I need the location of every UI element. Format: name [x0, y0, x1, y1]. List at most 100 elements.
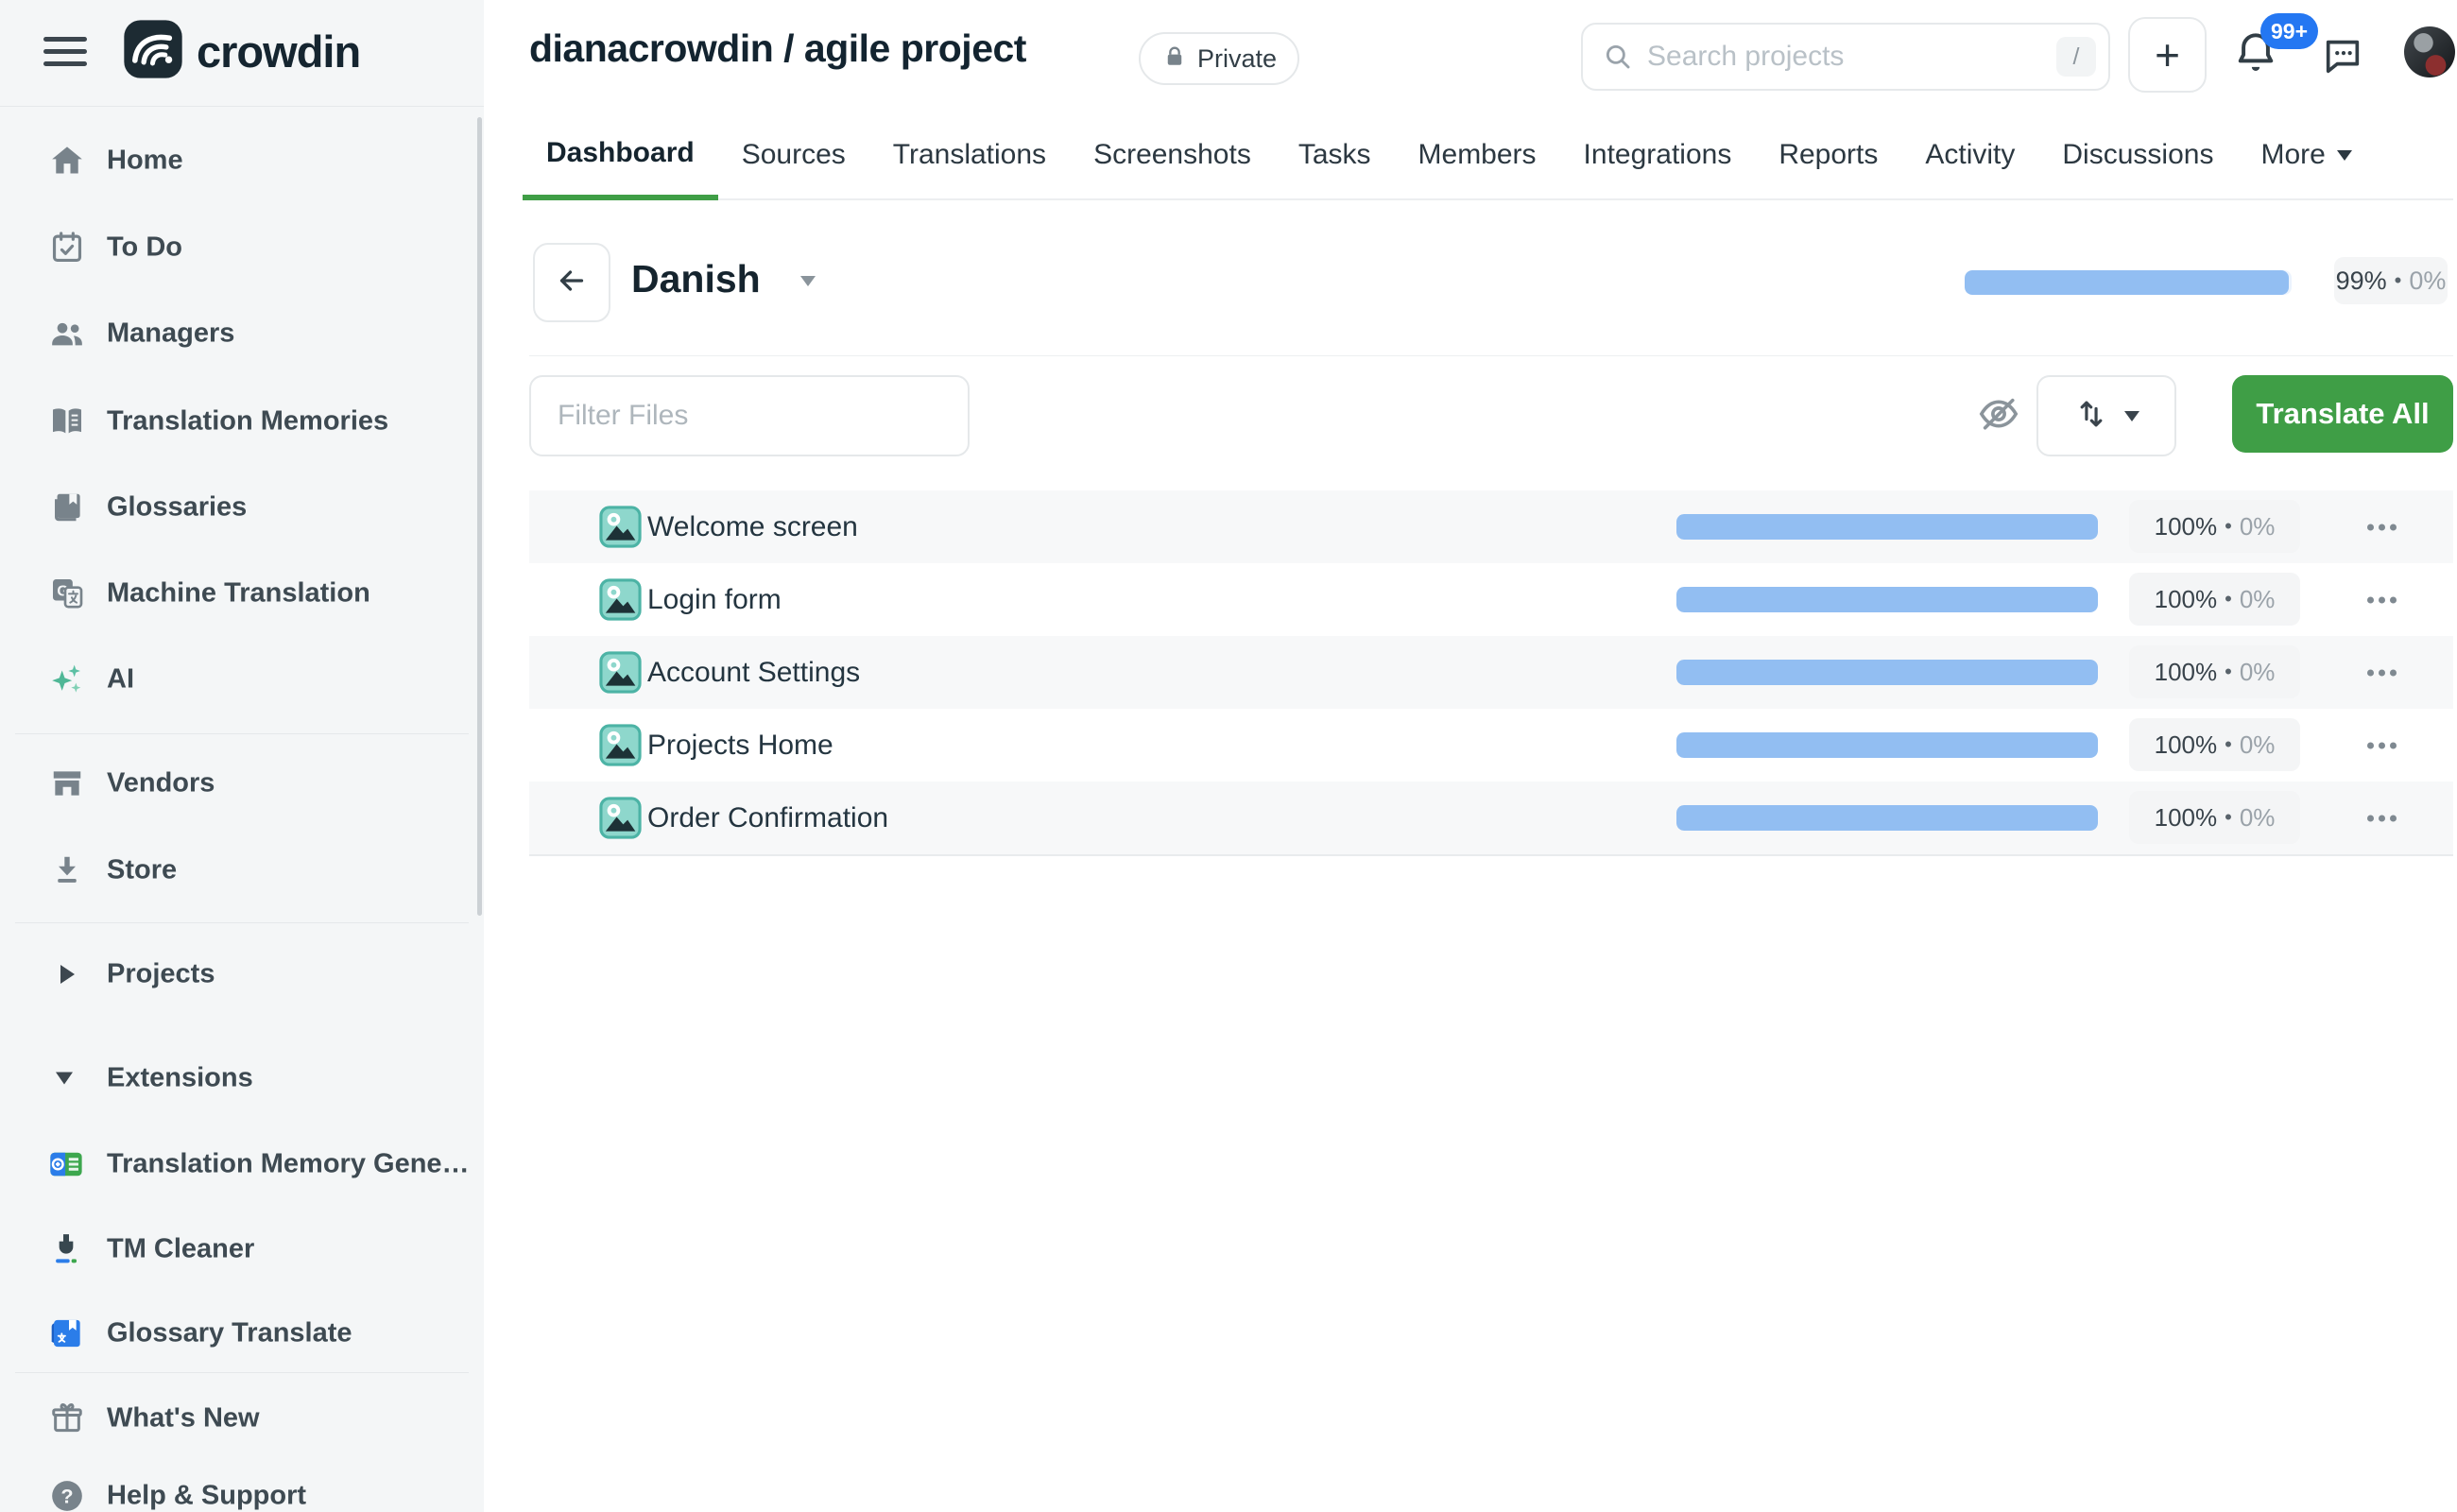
sidebar-item-label: Store	[107, 855, 177, 886]
file-name: Welcome screen	[647, 511, 858, 543]
sidebar-divider	[15, 733, 469, 734]
screenshot-file-icon	[598, 577, 643, 627]
sort-arrows-icon	[2073, 396, 2109, 437]
glossary-translate-icon	[45, 1313, 87, 1354]
messages-icon[interactable]	[2321, 34, 2364, 82]
chevron-down-icon	[56, 1073, 73, 1085]
search-input[interactable]	[1645, 40, 2056, 74]
file-progress-bar	[1676, 587, 2098, 612]
todo-calendar-icon	[47, 228, 87, 267]
tab-members[interactable]: Members	[1395, 112, 1560, 198]
sort-button[interactable]	[2036, 375, 2176, 456]
crowdin-logo[interactable]: crowdin	[123, 19, 360, 84]
privacy-badge-label: Private	[1197, 44, 1277, 74]
sidebar-item-managers[interactable]: Managers	[0, 291, 484, 376]
sidebar-item-label: Translation Memories	[107, 406, 388, 438]
file-progress-bar	[1676, 805, 2098, 831]
file-progress-badge: 100%•0%	[2129, 500, 2300, 553]
file-list: Welcome screen 100%•0% Login form 100%•0…	[529, 490, 2453, 856]
lock-icon	[1161, 43, 1188, 75]
svg-text:?: ?	[60, 1484, 73, 1507]
hamburger-menu-icon[interactable]	[43, 37, 87, 73]
privacy-badge: Private	[1139, 32, 1299, 85]
sidebar-item-label: AI	[107, 664, 134, 696]
user-avatar[interactable]	[2404, 26, 2455, 77]
row-menu-icon[interactable]	[2367, 524, 2397, 530]
screenshot-file-icon	[598, 796, 643, 845]
file-row[interactable]: Account Settings 100%•0%	[529, 636, 2453, 709]
download-icon	[47, 850, 87, 890]
sidebar-item-store[interactable]: Store	[0, 828, 484, 913]
file-progress-bar	[1676, 514, 2098, 540]
crowdin-logo-icon	[123, 19, 183, 84]
file-progress-badge: 100%•0%	[2129, 645, 2300, 698]
sidebar-item-todo[interactable]: To Do	[0, 205, 484, 290]
tab-sources[interactable]: Sources	[718, 112, 869, 198]
sidebar-item-translation-memories[interactable]: Translation Memories	[0, 379, 484, 464]
screenshot-file-icon	[598, 505, 643, 554]
sidebar-item-machine-translation[interactable]: G Machine Translation	[0, 551, 484, 636]
file-row[interactable]: Login form 100%•0%	[529, 563, 2453, 636]
open-book-icon	[47, 402, 87, 441]
sidebar-item-glossaries[interactable]: Glossaries	[0, 465, 484, 550]
sidebar-divider	[15, 1372, 469, 1373]
arrow-left-icon	[555, 264, 589, 302]
filter-files-input[interactable]	[556, 399, 943, 433]
search-icon	[1602, 41, 1634, 73]
sidebar-item-tm-cleaner[interactable]: TM Cleaner	[0, 1207, 484, 1292]
tm-cleaner-icon	[45, 1228, 87, 1270]
back-button[interactable]	[533, 243, 610, 322]
sidebar-item-help-support[interactable]: ? Help & Support	[0, 1453, 484, 1512]
tab-discussions[interactable]: Discussions	[2038, 112, 2237, 198]
sidebar-item-label: TM Cleaner	[107, 1234, 254, 1265]
search-box: /	[1581, 23, 2110, 91]
tab-screenshots[interactable]: Screenshots	[1070, 112, 1275, 198]
sidebar-section-label: Projects	[107, 959, 215, 990]
sidebar-item-label: Machine Translation	[107, 578, 370, 610]
file-row[interactable]: Welcome screen 100%•0%	[529, 490, 2453, 563]
tab-integrations[interactable]: Integrations	[1560, 112, 1756, 198]
sidebar-section-label: Extensions	[107, 1063, 253, 1094]
file-row[interactable]: Order Confirmation 100%•0%	[529, 782, 2453, 854]
sidebar-item-tm-generator[interactable]: Translation Memory Gene…	[0, 1122, 484, 1207]
file-name: Login form	[647, 584, 782, 616]
eye-off-icon[interactable]	[1977, 392, 2020, 440]
language-progress-bar	[1965, 270, 2292, 295]
row-menu-icon[interactable]	[2367, 596, 2397, 603]
gift-icon	[47, 1399, 87, 1438]
home-icon	[47, 141, 87, 180]
sidebar-section-extensions[interactable]: Extensions	[0, 1036, 484, 1121]
language-title: Danish	[631, 257, 761, 301]
tab-reports[interactable]: Reports	[1755, 112, 1901, 198]
sidebar-divider	[0, 106, 484, 107]
file-progress-badge: 100%•0%	[2129, 573, 2300, 626]
sidebar-item-ai[interactable]: AI	[0, 637, 484, 722]
sidebar-item-vendors[interactable]: Vendors	[0, 741, 484, 826]
sidebar-item-whats-new[interactable]: What's New	[0, 1376, 484, 1461]
bookmark-book-icon	[47, 488, 87, 527]
create-project-button[interactable]: +	[2128, 17, 2207, 93]
notifications-count-badge: 99+	[2260, 13, 2318, 49]
row-menu-icon[interactable]	[2367, 815, 2397, 821]
row-menu-icon[interactable]	[2367, 669, 2397, 676]
sidebar-section-projects[interactable]: Projects	[0, 932, 484, 1017]
sidebar-item-home[interactable]: Home	[0, 118, 484, 203]
file-name: Projects Home	[647, 730, 833, 762]
screenshot-file-icon	[598, 650, 643, 699]
sidebar: crowdin Home To Do Managers Translation …	[0, 0, 484, 1512]
translate-all-button[interactable]: Translate All	[2232, 375, 2453, 453]
sidebar-item-glossary-translate[interactable]: Glossary Translate	[0, 1291, 484, 1376]
tab-more[interactable]: More	[2237, 112, 2375, 198]
tab-translations[interactable]: Translations	[869, 112, 1070, 198]
tab-activity[interactable]: Activity	[1901, 112, 2038, 198]
ai-sparkles-icon	[47, 660, 87, 699]
row-menu-icon[interactable]	[2367, 742, 2397, 748]
tab-dashboard[interactable]: Dashboard	[523, 112, 718, 200]
tab-tasks[interactable]: Tasks	[1275, 112, 1395, 198]
breadcrumb: dianacrowdin / agile project	[529, 26, 1026, 71]
language-dropdown-caret[interactable]	[800, 276, 816, 286]
chevron-right-icon	[60, 965, 75, 984]
main-content: dianacrowdin / agile project Private / +…	[484, 0, 2457, 1512]
sidebar-divider	[15, 922, 469, 923]
file-row[interactable]: Projects Home 100%•0%	[529, 709, 2453, 782]
